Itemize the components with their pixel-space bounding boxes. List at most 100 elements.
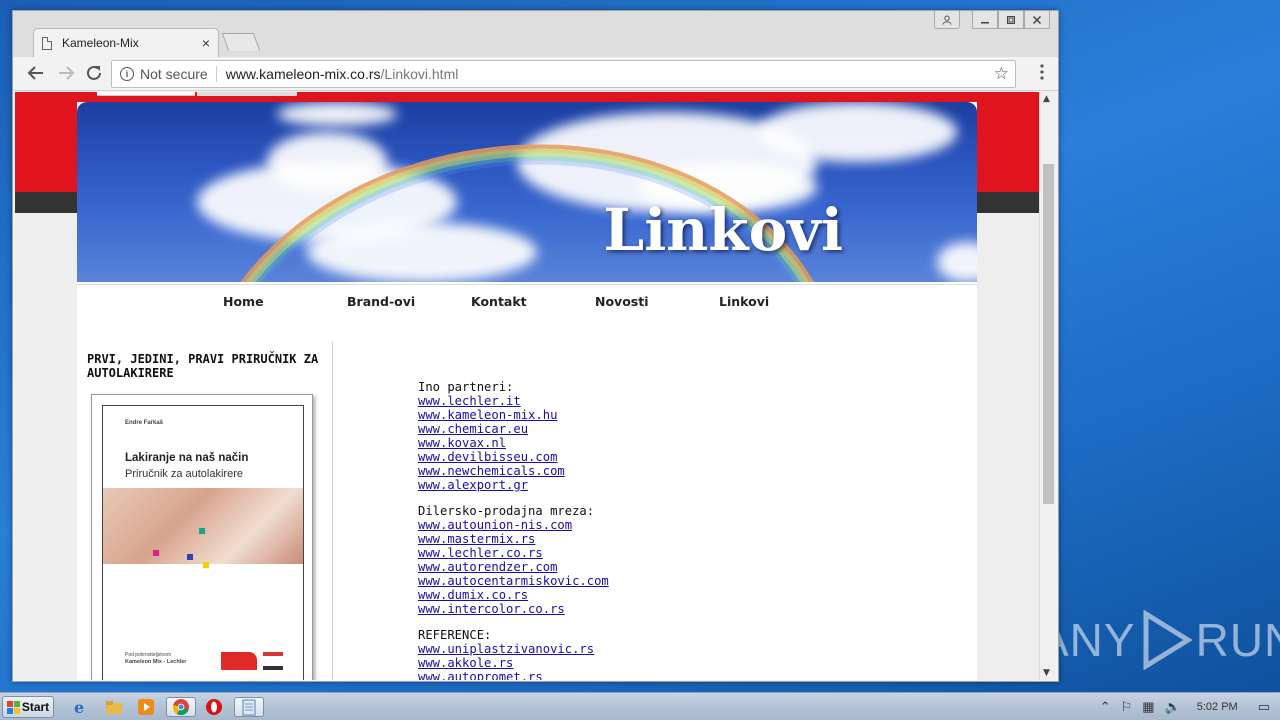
book-publisher-brand: Kameleon Mix - Lechler — [125, 659, 187, 665]
bookmark-star-icon[interactable]: ☆ — [994, 64, 1009, 84]
link[interactable]: www.lechler.it — [418, 394, 609, 408]
scroll-down-icon[interactable]: ▼ — [1043, 668, 1050, 678]
start-label: Start — [21, 700, 50, 714]
taskbar: Start e ⌃ ⚐ ▦ 🔈 5:02 PM ▭ — [0, 692, 1280, 720]
back-icon[interactable] — [27, 64, 45, 87]
tab-close-icon[interactable]: × — [202, 35, 210, 51]
new-tab-button[interactable] — [221, 33, 261, 51]
book-subtitle: Priručnik za autolakirere — [125, 468, 243, 480]
group-label: Ino partneri: — [418, 380, 514, 394]
volume-icon[interactable]: 🔈 — [1165, 699, 1181, 715]
header-tab-stub — [97, 92, 195, 96]
cloud — [277, 102, 397, 126]
link[interactable]: www.newchemicals.com — [418, 464, 609, 478]
scroll-thumb[interactable] — [1043, 164, 1054, 504]
nav-novosti[interactable]: Novosti — [595, 294, 649, 309]
link[interactable]: www.intercolor.co.rs — [418, 602, 609, 616]
book-publisher: Pod pokroviteljstvom Kameleon Mix - Lech… — [125, 652, 186, 666]
forward-icon[interactable] — [57, 64, 75, 87]
book-cover-inner: Endre Farkaš Lakiranje na naš način Prir… — [102, 405, 304, 680]
minimize-icon[interactable] — [972, 11, 998, 29]
banner-title: Linkovi — [603, 196, 843, 264]
show-desktop-icon[interactable]: ▭ — [1258, 699, 1270, 715]
watermark-right: RUN — [1195, 614, 1280, 666]
explorer-folder-icon[interactable] — [102, 697, 126, 717]
link[interactable]: www.uniplastzivanovic.rs — [418, 642, 609, 656]
window-controls — [934, 11, 1050, 29]
sidebar-heading: PRVI, JEDINI, PRAVI PRIRUČNIK ZA AUTOLAK… — [87, 352, 319, 380]
url-path: /Linkovi.html — [380, 66, 459, 82]
book-publisher-line: Pod pokroviteljstvom — [125, 652, 172, 658]
anyrun-watermark: ANY RUN — [1038, 608, 1280, 672]
info-icon[interactable]: i — [120, 67, 134, 81]
scroll-up-icon[interactable]: ▲ — [1043, 94, 1050, 104]
notepad-icon[interactable] — [234, 697, 264, 717]
url-host: www.kameleon-mix.co.rs — [225, 66, 381, 82]
links-group-dealers: Dilersko-prodajna mreza: www.autounion-n… — [418, 504, 609, 616]
nav-home[interactable]: Home — [223, 294, 264, 309]
nav-kontakt[interactable]: Kontakt — [471, 294, 527, 309]
group-label: REFERENCE: — [418, 628, 492, 642]
restore-icon[interactable] — [998, 11, 1024, 29]
svg-text:e: e — [74, 698, 84, 716]
ie-icon[interactable]: e — [68, 697, 92, 717]
media-player-icon[interactable] — [134, 697, 158, 717]
page-icon — [42, 36, 52, 50]
browser-toolbar: i Not secure www.kameleon-mix.co.rs /Lin… — [13, 57, 1058, 91]
cloud — [937, 242, 977, 282]
link[interactable]: www.autopromet.rs — [418, 670, 609, 680]
browser-tab[interactable]: Kameleon-Mix × — [33, 28, 219, 57]
link[interactable]: www.autounion-nis.com — [418, 518, 609, 532]
header-tab-stub — [197, 92, 297, 96]
link[interactable]: www.alexport.gr — [418, 478, 609, 492]
title-bar: Kameleon-Mix × — [13, 11, 1058, 57]
link[interactable]: www.kovax.nl — [418, 436, 609, 450]
book-title: Lakiranje na naš način — [125, 452, 249, 464]
menu-icon[interactable] — [1040, 64, 1044, 80]
book-author: Endre Farkaš — [125, 420, 164, 426]
reload-icon[interactable] — [85, 64, 103, 87]
nav-linkovi[interactable]: Linkovi — [719, 294, 769, 309]
windows-flag-icon — [6, 700, 20, 714]
link[interactable]: www.autocentarmiskovic.com — [418, 574, 609, 588]
header-banner: Linkovi — [77, 102, 977, 282]
page-container: Linkovi Home Brand-ovi Kontakt Novosti L… — [77, 102, 977, 680]
links-content: Ino partneri: www.lechler.it www.kameleo… — [418, 380, 609, 680]
link[interactable]: www.chemicar.eu — [418, 422, 609, 436]
link[interactable]: www.lechler.co.rs — [418, 546, 609, 560]
links-group-reference: REFERENCE: www.uniplastzivanovic.rs www.… — [418, 628, 609, 680]
vertical-scrollbar[interactable]: ▲ ▼ — [1039, 92, 1056, 680]
link[interactable]: www.kameleon-mix.hu — [418, 408, 609, 422]
profile-icon[interactable] — [934, 11, 960, 29]
security-label: Not secure — [140, 66, 217, 82]
link[interactable]: www.dumix.co.rs — [418, 588, 609, 602]
clock[interactable]: 5:02 PM — [1197, 701, 1238, 713]
action-center-flag-icon[interactable]: ⚐ — [1121, 699, 1133, 715]
close-window-icon[interactable] — [1024, 11, 1050, 29]
page-viewport: Linkovi Home Brand-ovi Kontakt Novosti L… — [15, 92, 1041, 680]
address-bar[interactable]: i Not secure www.kameleon-mix.co.rs /Lin… — [111, 60, 1016, 88]
group-label: Dilersko-prodajna mreza: — [418, 504, 595, 518]
main-nav: Home Brand-ovi Kontakt Novosti Linkovi — [77, 284, 977, 318]
cloud — [757, 102, 957, 162]
link[interactable]: www.akkole.rs — [418, 656, 609, 670]
system-tray: ⌃ ⚐ ▦ 🔈 5:02 PM ▭ — [1100, 693, 1280, 720]
play-icon — [1138, 609, 1194, 671]
link[interactable]: www.autorendzer.com — [418, 560, 609, 574]
chrome-icon[interactable] — [166, 697, 196, 717]
link[interactable]: www.mastermix.rs — [418, 532, 609, 546]
browser-window: Kameleon-Mix × i Not secure www.kameleon… — [12, 10, 1059, 682]
nav-brand-ovi[interactable]: Brand-ovi — [347, 294, 415, 309]
book-cover[interactable]: Endre Farkaš Lakiranje na naš način Prir… — [91, 394, 313, 680]
lechler-logo — [263, 652, 283, 670]
link[interactable]: www.devilbisseu.com — [418, 450, 609, 464]
links-group-partners: Ino partneri: www.lechler.it www.kameleo… — [418, 380, 609, 492]
kameleon-logo — [221, 652, 257, 670]
opera-icon[interactable] — [202, 697, 226, 717]
start-button[interactable]: Start — [2, 696, 54, 718]
sidebar: PRVI, JEDINI, PRAVI PRIRUČNIK ZA AUTOLAK… — [77, 342, 333, 680]
tab-title: Kameleon-Mix — [62, 36, 139, 50]
book-photo — [103, 488, 303, 568]
tray-expand-icon[interactable]: ⌃ — [1100, 699, 1111, 715]
network-icon[interactable]: ▦ — [1142, 699, 1154, 715]
